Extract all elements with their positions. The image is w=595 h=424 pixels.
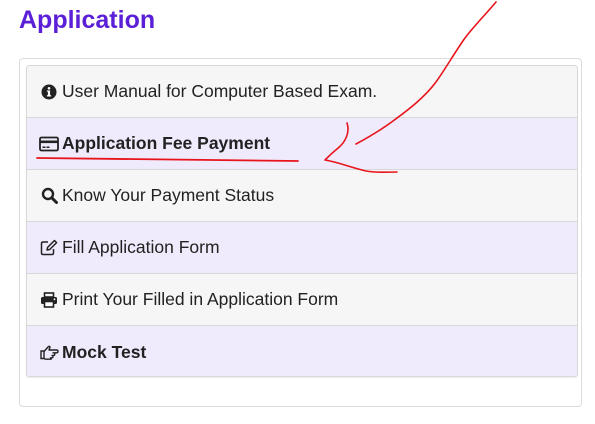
menu-item-label: Application Fee Payment [62, 133, 271, 153]
info-circle-icon [39, 83, 59, 101]
menu-item-mock-test[interactable]: Mock Test [27, 326, 577, 376]
print-icon [39, 291, 59, 309]
menu-item-label: Know Your Payment Status [62, 185, 275, 205]
menu-item-print-application-form[interactable]: Print Your Filled in Application Form [27, 274, 577, 326]
menu-item-label: Fill Application Form [62, 237, 220, 257]
page-title: Application [19, 6, 156, 34]
edit-icon [39, 239, 59, 257]
application-panel: User Manual for Computer Based Exam. App… [19, 58, 582, 407]
menu-item-fill-application-form[interactable]: Fill Application Form [27, 222, 577, 274]
search-icon [39, 187, 59, 205]
menu-item-label: Mock Test [62, 341, 147, 362]
menu-item-payment-status[interactable]: Know Your Payment Status [27, 170, 577, 222]
hand-pointing-icon [39, 343, 59, 361]
menu-item-label: Print Your Filled in Application Form [62, 289, 339, 309]
menu-item-application-fee-payment[interactable]: Application Fee Payment [27, 118, 577, 170]
application-menu: User Manual for Computer Based Exam. App… [26, 65, 578, 377]
menu-item-user-manual[interactable]: User Manual for Computer Based Exam. [27, 66, 577, 118]
menu-item-label: User Manual for Computer Based Exam. [62, 81, 378, 101]
credit-card-icon [39, 135, 59, 153]
